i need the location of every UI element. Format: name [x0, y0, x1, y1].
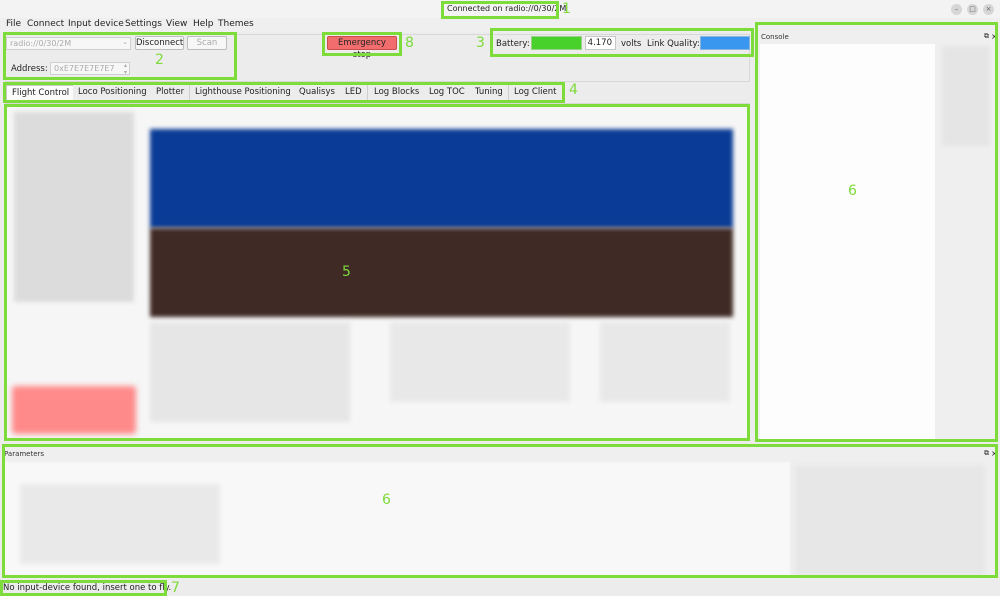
address-input[interactable]: 0xE7E7E7E7E7 ▴ ▾	[50, 62, 130, 76]
tab-log-toc[interactable]: Log TOC	[424, 85, 471, 100]
annotation-7: 7	[171, 580, 180, 596]
tab-log-blocks[interactable]: Log Blocks	[369, 85, 426, 100]
annotation-4: 4	[569, 82, 578, 98]
dock-close-icon[interactable]: ×	[991, 32, 998, 41]
menu-view[interactable]: View	[166, 19, 187, 29]
status-message: No input-device found, insert one to fly…	[3, 583, 172, 593]
annotation-6-console: 6	[848, 183, 857, 199]
disconnect-button[interactable]: Disconnect	[135, 36, 184, 50]
attitude-indicator-sky	[150, 129, 733, 228]
menu-connect[interactable]: Connect	[27, 19, 64, 29]
parameters-title: Parameters	[4, 450, 45, 458]
annotation-3: 3	[476, 35, 485, 51]
address-label: Address:	[11, 64, 48, 74]
link-quality-label: Link Quality:	[647, 39, 700, 49]
tab-log-client[interactable]: Log Client	[509, 85, 563, 100]
parameters-list	[20, 484, 220, 564]
tab-lighthouse-positioning[interactable]: Lighthouse Positioning	[190, 85, 297, 100]
minimize-icon[interactable]: –	[951, 4, 962, 15]
dock-float-icon[interactable]: ⧉	[984, 32, 989, 41]
flight-settings-group	[14, 112, 134, 302]
attitude-indicator-ground	[150, 228, 733, 317]
tab-tuning[interactable]: Tuning	[470, 85, 509, 100]
emergency-stop-button[interactable]: Emergency stop	[327, 36, 397, 60]
console-scrollbar[interactable]	[942, 46, 990, 146]
tab-flight-control[interactable]: Flight Control	[6, 85, 76, 100]
tab-qualisys[interactable]: Qualisys	[294, 85, 341, 100]
console-output[interactable]	[760, 44, 935, 440]
annotation-1: 1	[562, 1, 571, 17]
menu-themes[interactable]: Themes	[218, 19, 254, 29]
close-icon[interactable]: ×	[983, 4, 994, 15]
window-title: Connected on radio://0/30/2M	[447, 4, 567, 13]
annotation-2: 2	[155, 52, 164, 68]
battery-label: Battery:	[496, 39, 530, 49]
console-title: Console	[761, 33, 789, 41]
annotation-8: 8	[405, 35, 414, 51]
thrust-data-group	[600, 322, 730, 402]
target-data-group	[390, 322, 570, 402]
battery-bar	[531, 36, 582, 50]
tab-plotter[interactable]: Plotter	[151, 85, 191, 100]
spinner-arrows-icon[interactable]: ▴ ▾	[124, 62, 127, 76]
link-quality-bar	[700, 36, 750, 50]
uri-select[interactable]: radio://0/30/2M ⌄	[6, 37, 131, 50]
flight-data-group	[150, 322, 350, 422]
uri-value: radio://0/30/2M	[10, 39, 72, 48]
annotation-5: 5	[342, 264, 351, 280]
menu-file[interactable]: File	[6, 19, 21, 29]
params-close-icon[interactable]: ×	[991, 449, 998, 458]
annotation-6-parameters: 6	[382, 492, 391, 508]
menu-settings[interactable]: Settings	[125, 19, 162, 29]
arm-button[interactable]	[12, 386, 136, 434]
address-value: 0xE7E7E7E7E7	[54, 64, 115, 73]
battery-unit: volts	[621, 39, 642, 49]
params-float-icon[interactable]: ⧉	[984, 449, 989, 458]
tab-loco-positioning[interactable]: Loco Positioning	[73, 85, 153, 100]
chevron-down-icon: ⌄	[122, 38, 128, 46]
parameter-details	[795, 465, 985, 575]
scan-button[interactable]: Scan	[187, 36, 227, 50]
tab-led[interactable]: LED	[340, 85, 368, 100]
maximize-icon[interactable]: □	[967, 4, 978, 15]
menu-input-device[interactable]: Input device	[68, 19, 124, 29]
battery-voltage: 4.170	[585, 36, 616, 50]
menu-help[interactable]: Help	[193, 19, 214, 29]
